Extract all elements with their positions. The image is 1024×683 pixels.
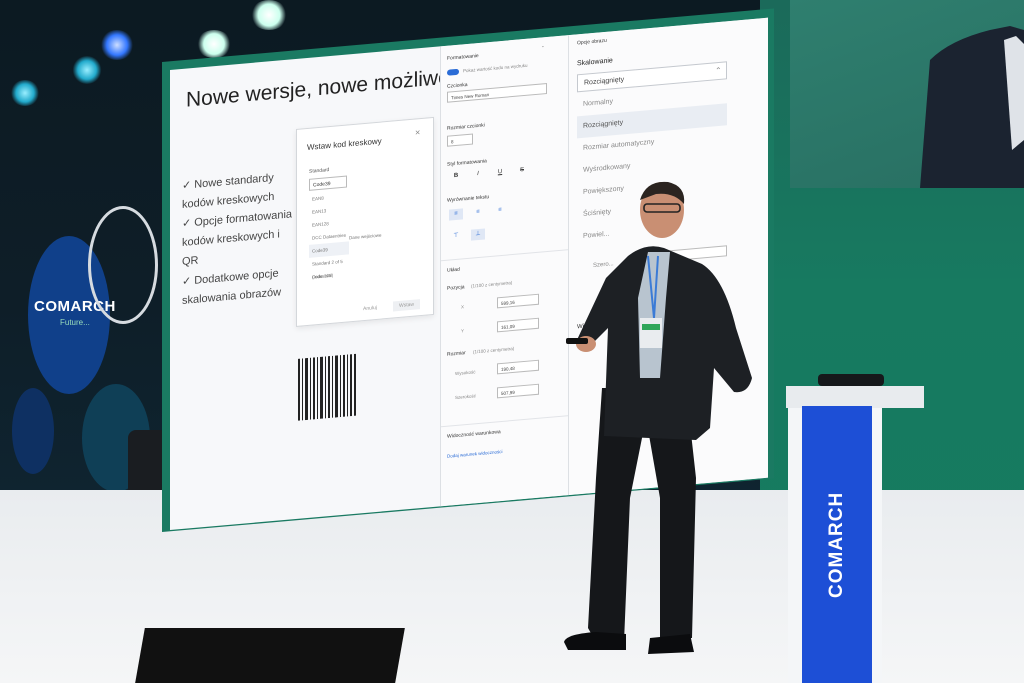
check-icon: ✓	[182, 217, 192, 230]
bullet-text: Nowe standardy kodów kreskowych	[182, 171, 275, 211]
strikethrough-button[interactable]: S	[515, 167, 529, 174]
insert-barcode-dialog: Wstaw kod kreskowy × Standard Code39 EAN…	[296, 116, 434, 327]
layout-section-title: Układ	[447, 266, 460, 274]
stage-light	[72, 56, 102, 84]
input-data-label: Dane wejściowe	[349, 232, 382, 241]
font-size-input[interactable]: 8	[447, 133, 473, 147]
chevron-up-icon[interactable]: ⌃	[715, 66, 722, 76]
italic-button[interactable]: I	[471, 170, 485, 177]
format-section-title: Formatowanie	[447, 52, 479, 62]
standard-option[interactable]: Code 128	[309, 267, 349, 283]
align-center-icon[interactable]: ≡	[471, 206, 485, 218]
bullet-item: ✓ Opcje formatowania kodów kreskowych i Q…	[182, 205, 294, 272]
close-icon[interactable]: ×	[415, 127, 420, 137]
standard-select[interactable]: Code39	[309, 175, 347, 191]
width-input[interactable]: 507,99	[497, 383, 539, 399]
width-label: Szerokość	[455, 393, 477, 401]
visibility-section-title: Widoczność warunkowa	[447, 429, 501, 440]
x-label: X	[461, 304, 465, 310]
align-label: Wyrównanie tekstu	[447, 194, 490, 204]
standard-label: Standard	[309, 167, 330, 175]
speaker	[564, 181, 752, 654]
valign-bottom-icon[interactable]: ⊥	[471, 228, 485, 241]
style-label: Styl formatowania	[447, 158, 487, 168]
check-icon: ✓	[182, 275, 192, 288]
stage-light	[196, 30, 232, 58]
height-input[interactable]: 190,48	[497, 359, 539, 375]
bold-button[interactable]: B	[449, 172, 463, 179]
video-screen	[790, 0, 1024, 188]
stage-light	[100, 30, 134, 60]
y-label: Y	[461, 328, 465, 334]
dialog-title: Wstaw kod kreskowy	[307, 136, 382, 153]
font-label: Czcionka	[447, 81, 468, 90]
speaker-video-image	[920, 26, 1024, 188]
underline-button[interactable]: U	[493, 169, 507, 176]
position-label: Pozycja	[447, 284, 465, 292]
font-size-label: Rozmiar czcionki	[447, 122, 485, 132]
microphone	[818, 374, 884, 386]
barcode-image	[298, 353, 356, 421]
align-right-icon[interactable]: ≡	[493, 205, 507, 217]
podium-brand-text: COMARCH	[826, 491, 847, 598]
format-panel: Formatowanie ⌃ Pokaż wartość kodu na wyd…	[440, 35, 569, 507]
decor-ring	[88, 206, 158, 324]
stage-light	[250, 0, 288, 30]
scale-title: Skalowanie	[577, 57, 613, 68]
bullet-text: Opcje formatowania kodów kreskowych i QR	[182, 208, 293, 268]
show-value-label: Pokaż wartość kodu na wydruku	[463, 62, 528, 74]
stage-light	[10, 80, 40, 106]
chevron-up-icon[interactable]: ⌃	[541, 45, 545, 51]
image-options-header: Opcje obrazu	[577, 37, 607, 47]
size-hint: (1/100 z centymetra)	[473, 345, 515, 355]
align-left-icon[interactable]: ≡	[449, 208, 463, 221]
y-input[interactable]: 161,09	[497, 317, 539, 333]
slide-title: Nowe wersje, nowe możliwości	[186, 63, 476, 112]
divider	[441, 415, 569, 428]
valign-top-icon[interactable]: ⊤	[449, 230, 463, 242]
stage-edge	[135, 628, 405, 683]
bullet-text: Dodatkowe opcje skalowania obrazów	[182, 267, 282, 307]
insert-button[interactable]: Wstaw	[393, 299, 420, 312]
podium-top	[786, 386, 924, 408]
show-value-toggle[interactable]	[447, 68, 459, 76]
height-label: Wysokość	[455, 369, 476, 377]
divider	[441, 249, 569, 262]
add-condition-link[interactable]: Dodaj warunek widoczności	[447, 449, 503, 459]
x-input[interactable]: 599,16	[497, 293, 539, 309]
position-hint: (1/100 z centymetra)	[471, 280, 513, 289]
check-icon: ✓	[182, 179, 192, 192]
size-label: Rozmiar	[447, 350, 466, 358]
decor-bubble	[12, 388, 54, 474]
cancel-button[interactable]: Anuluj	[363, 305, 377, 312]
bubble-sub-text: Future...	[60, 318, 90, 327]
